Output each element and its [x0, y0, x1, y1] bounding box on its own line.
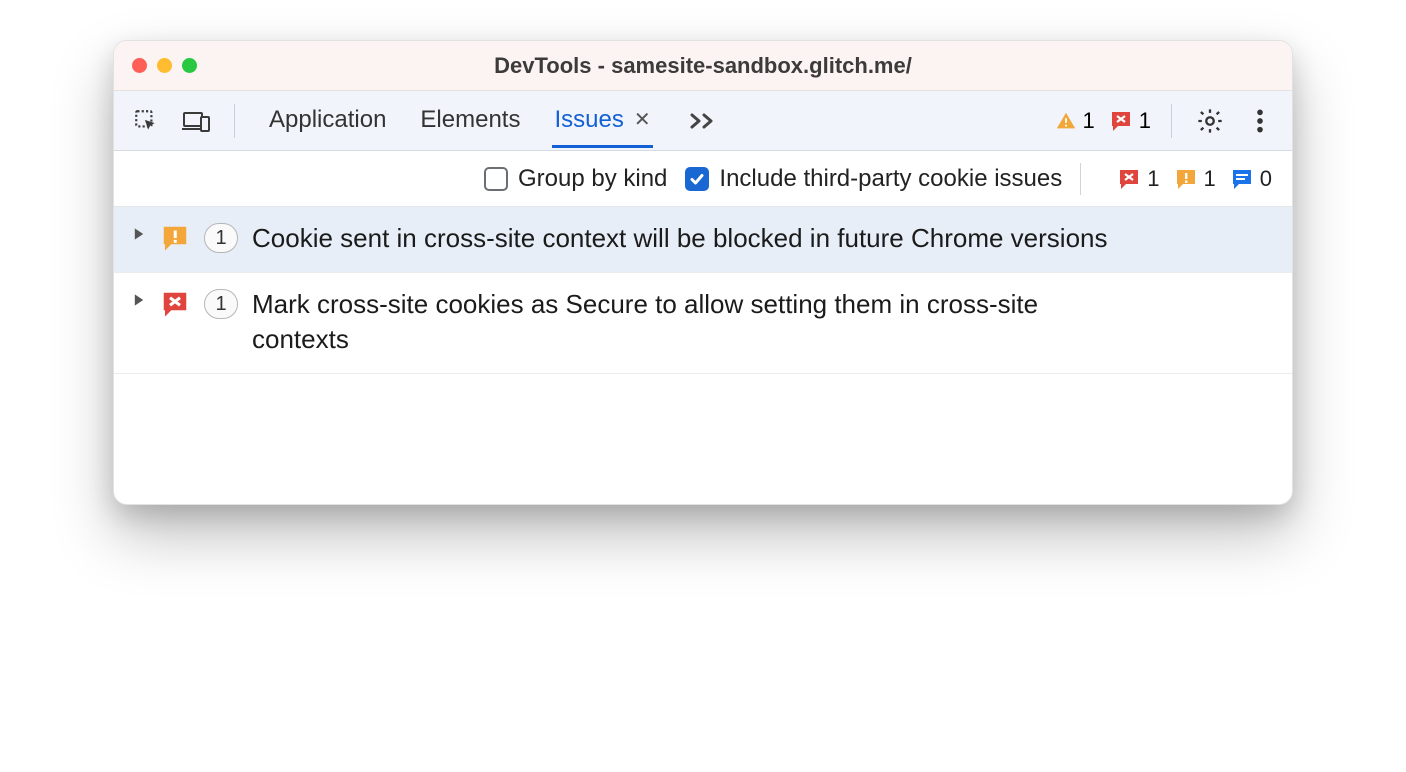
- titlebar: DevTools - samesite-sandbox.glitch.me/: [114, 41, 1292, 91]
- tab-label: Elements: [420, 106, 520, 134]
- error-speech-icon: [1117, 167, 1141, 191]
- issues-list: 1 Cookie sent in cross-site context will…: [114, 207, 1292, 374]
- tab-label: Issues: [554, 106, 623, 134]
- window-controls: [132, 58, 197, 73]
- window-title: DevTools - samesite-sandbox.glitch.me/: [114, 53, 1292, 79]
- warning-count: 1: [1083, 108, 1095, 134]
- checkbox-label: Include third-party cookie issues: [719, 165, 1062, 193]
- issue-title: Cookie sent in cross-site context will b…: [252, 221, 1108, 256]
- toolbar-divider: [1171, 104, 1172, 138]
- severity-counters: 1 1 0: [1117, 166, 1272, 192]
- issues-filter-bar: Group by kind Include third-party cookie…: [114, 151, 1292, 207]
- device-toolbar-icon[interactable]: [178, 103, 214, 139]
- issue-row[interactable]: 1 Mark cross-site cookies as Secure to a…: [114, 273, 1292, 374]
- issue-title: Mark cross-site cookies as Secure to all…: [252, 287, 1112, 357]
- issue-count-badge: 1: [204, 223, 238, 253]
- checkbox-checked-icon: [685, 167, 709, 191]
- error-speech-icon: [1109, 109, 1133, 133]
- settings-gear-icon[interactable]: [1192, 103, 1228, 139]
- disclosure-triangle-icon[interactable]: [132, 293, 146, 307]
- info-counter[interactable]: 0: [1230, 166, 1272, 192]
- close-window-button[interactable]: [132, 58, 147, 73]
- panel-tabs: Application Elements Issues ✕: [267, 94, 717, 148]
- error-speech-icon: [160, 289, 190, 319]
- checkbox-unchecked-icon: [484, 167, 508, 191]
- toolbar-right: 1 1: [1055, 103, 1279, 139]
- disclosure-triangle-icon[interactable]: [132, 227, 146, 241]
- counter-value: 0: [1260, 166, 1272, 192]
- inspect-element-icon[interactable]: [128, 103, 164, 139]
- warning-speech-icon: [1174, 167, 1198, 191]
- warning-badge[interactable]: 1: [1055, 108, 1095, 134]
- toolbar-divider: [234, 104, 235, 138]
- zoom-window-button[interactable]: [182, 58, 197, 73]
- include-third-party-checkbox[interactable]: Include third-party cookie issues: [685, 165, 1062, 193]
- empty-area: [114, 374, 1292, 504]
- issue-row[interactable]: 1 Cookie sent in cross-site context will…: [114, 207, 1292, 273]
- close-tab-icon[interactable]: ✕: [634, 107, 651, 132]
- tab-issues[interactable]: Issues ✕: [552, 94, 652, 148]
- devtools-window: DevTools - samesite-sandbox.glitch.me/ A…: [113, 40, 1293, 505]
- warning-speech-icon: [160, 223, 190, 253]
- kebab-menu-icon[interactable]: [1242, 103, 1278, 139]
- counter-value: 1: [1204, 166, 1216, 192]
- group-by-kind-checkbox[interactable]: Group by kind: [484, 165, 667, 193]
- error-counter[interactable]: 1: [1117, 166, 1159, 192]
- counter-value: 1: [1147, 166, 1159, 192]
- main-toolbar: Application Elements Issues ✕: [114, 91, 1292, 151]
- more-tabs-icon[interactable]: [689, 111, 717, 131]
- info-speech-icon: [1230, 167, 1254, 191]
- error-badge[interactable]: 1: [1109, 108, 1151, 134]
- minimize-window-button[interactable]: [157, 58, 172, 73]
- warning-triangle-icon: [1055, 110, 1077, 132]
- tab-elements[interactable]: Elements: [418, 94, 522, 148]
- tab-application[interactable]: Application: [267, 94, 388, 148]
- issue-count-badge: 1: [204, 289, 238, 319]
- tab-label: Application: [269, 106, 386, 134]
- error-count: 1: [1139, 108, 1151, 134]
- filter-divider: [1080, 163, 1081, 195]
- warning-counter[interactable]: 1: [1174, 166, 1216, 192]
- checkbox-label: Group by kind: [518, 165, 667, 193]
